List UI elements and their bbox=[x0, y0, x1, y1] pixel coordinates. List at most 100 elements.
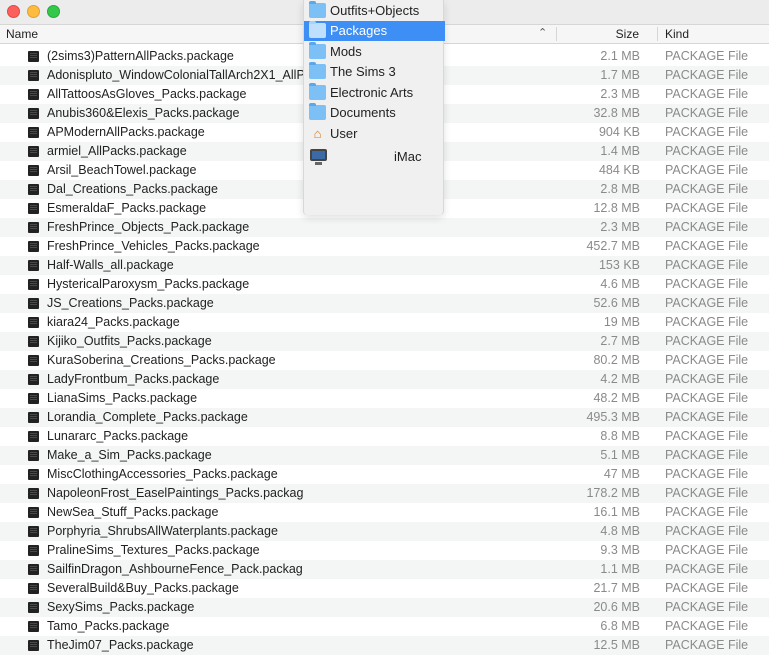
file-size: 2.1 MB bbox=[600, 49, 640, 63]
imac-icon bbox=[310, 149, 327, 165]
file-size: 2.3 MB bbox=[600, 87, 640, 101]
package-file-icon bbox=[28, 89, 39, 100]
file-row[interactable]: MiscClothingAccessories_Packs.package 47 … bbox=[0, 465, 769, 484]
file-size: 16.1 MB bbox=[593, 505, 640, 519]
package-file-icon bbox=[28, 507, 39, 518]
path-menu-item[interactable]: Documents bbox=[304, 103, 445, 123]
column-divider[interactable] bbox=[556, 27, 557, 41]
file-name: SailfinDragon_AshbourneFence_Pack.packag… bbox=[47, 562, 303, 576]
file-kind: PACKAGE File bbox=[665, 182, 749, 196]
file-row[interactable]: Porphyria_ShrubsAllWaterplants.package 4.… bbox=[0, 522, 769, 541]
package-file-icon bbox=[28, 450, 39, 461]
path-menu-item[interactable]: ⌂ User bbox=[304, 124, 445, 144]
file-size: 19 MB bbox=[603, 315, 640, 329]
file-row[interactable]: LadyFrontbum_Packs.package 4.2 MB PACKAGE … bbox=[0, 370, 769, 389]
file-row[interactable]: LianaSims_Packs.package 48.2 MB PACKAGE Fi… bbox=[0, 389, 769, 408]
file-name: APModernAllPacks.package bbox=[47, 125, 205, 139]
file-size: 52.6 MB bbox=[593, 296, 640, 310]
file-row[interactable]: Kijiko_Outfits_Packs.package 2.7 MB PACKAG… bbox=[0, 332, 769, 351]
file-row[interactable]: KuraSoberina_Creations_Packs.package 80.2… bbox=[0, 351, 769, 370]
column-header-kind[interactable]: Kind bbox=[665, 27, 689, 41]
package-file-icon bbox=[28, 583, 39, 594]
file-name: JS_Creations_Packs.package bbox=[47, 296, 214, 310]
zoom-button[interactable] bbox=[47, 5, 60, 18]
file-name: Dal_Creations_Packs.package bbox=[47, 182, 218, 196]
package-file-icon bbox=[28, 222, 39, 233]
package-file-icon bbox=[28, 621, 39, 632]
file-kind: PACKAGE File bbox=[665, 619, 749, 633]
file-size: 4.8 MB bbox=[600, 524, 640, 538]
file-name: kiara24_Packs.package bbox=[47, 315, 180, 329]
path-menu-item[interactable]: Packages bbox=[304, 21, 445, 41]
file-row[interactable]: SexySims_Packs.package 20.6 MB PACKAGE Fil… bbox=[0, 598, 769, 617]
package-file-icon bbox=[28, 488, 39, 499]
file-kind: PACKAGE File bbox=[665, 391, 749, 405]
file-row[interactable]: HystericalParoxysm_Packs.package 4.6 MB PA… bbox=[0, 275, 769, 294]
file-row[interactable]: SailfinDragon_AshbourneFence_Pack.packag… bbox=[0, 560, 769, 579]
column-divider[interactable] bbox=[657, 27, 658, 41]
file-name: Adonispluto_WindowColonialTallArch2X1_Al… bbox=[47, 68, 303, 82]
minimize-button[interactable] bbox=[27, 5, 40, 18]
package-file-icon bbox=[28, 127, 39, 138]
file-row[interactable]: kiara24_Packs.package 19 MB PACKAGE File bbox=[0, 313, 769, 332]
file-row[interactable]: Tamo_Packs.package 6.8 MB PACKAGE File bbox=[0, 617, 769, 636]
file-kind: PACKAGE File bbox=[665, 410, 749, 424]
file-row[interactable]: NapoleonFrost_EaselPaintings_Packs.packa… bbox=[0, 484, 769, 503]
path-menu-item[interactable]: iMac bbox=[304, 146, 445, 166]
file-row[interactable]: PralineSims_Textures_Packs.package 9.3 MB… bbox=[0, 541, 769, 560]
file-kind: PACKAGE File bbox=[665, 372, 749, 386]
file-kind: PACKAGE File bbox=[665, 220, 749, 234]
package-file-icon bbox=[28, 317, 39, 328]
file-row[interactable]: Lorandia_Complete_Packs.package 495.3 MB P… bbox=[0, 408, 769, 427]
column-header-name[interactable]: Name bbox=[6, 27, 38, 41]
path-menu-item[interactable]: Electronic Arts bbox=[304, 83, 445, 103]
path-menu-label: Packages bbox=[330, 23, 388, 38]
file-kind: PACKAGE File bbox=[665, 239, 749, 253]
file-kind: PACKAGE File bbox=[665, 600, 749, 614]
close-button[interactable] bbox=[7, 5, 20, 18]
path-menu-label: Outfits+Objects bbox=[330, 3, 420, 18]
file-row[interactable]: Make_a_Sim_Packs.package 5.1 MB PACKAGE Fi… bbox=[0, 446, 769, 465]
file-size: 20.6 MB bbox=[593, 600, 640, 614]
file-kind: PACKAGE File bbox=[665, 163, 749, 177]
file-row[interactable]: SeveralBuild&Buy_Packs.package 21.7 MB PAC… bbox=[0, 579, 769, 598]
file-name: TheJim07_Packs.package bbox=[47, 638, 194, 652]
file-kind: PACKAGE File bbox=[665, 68, 749, 82]
package-file-icon bbox=[28, 602, 39, 613]
file-name: Tamo_Packs.package bbox=[47, 619, 170, 633]
file-row[interactable]: FreshPrince_Objects_Pack.package 2.3 MB PA… bbox=[0, 218, 769, 237]
file-row[interactable]: Lunararc_Packs.package 8.8 MB PACKAGE File bbox=[0, 427, 769, 446]
file-name: armiel_AllPacks.package bbox=[47, 144, 187, 158]
package-file-icon bbox=[28, 564, 39, 575]
package-file-icon bbox=[28, 51, 39, 62]
file-name: NapoleonFrost_EaselPaintings_Packs.packa… bbox=[47, 486, 303, 500]
file-name: HystericalParoxysm_Packs.package bbox=[47, 277, 250, 291]
file-size: 2.3 MB bbox=[600, 220, 640, 234]
path-menu-item[interactable]: Mods bbox=[304, 42, 445, 62]
file-size: 48.2 MB bbox=[593, 391, 640, 405]
file-row[interactable]: Half-Walls_all.package 153 KB PACKAGE File bbox=[0, 256, 769, 275]
file-kind: PACKAGE File bbox=[665, 87, 749, 101]
file-size: 4.2 MB bbox=[600, 372, 640, 386]
file-size: 12.5 MB bbox=[593, 638, 640, 652]
file-size: 452.7 MB bbox=[586, 239, 640, 253]
package-file-icon bbox=[28, 545, 39, 556]
file-kind: PACKAGE File bbox=[665, 334, 749, 348]
file-row[interactable]: FreshPrince_Vehicles_Packs.package 452.7 … bbox=[0, 237, 769, 256]
file-size: 2.8 MB bbox=[600, 182, 640, 196]
column-header-size[interactable]: Size bbox=[616, 27, 639, 41]
file-kind: PACKAGE File bbox=[665, 277, 749, 291]
package-file-icon bbox=[28, 184, 39, 195]
file-row[interactable]: JS_Creations_Packs.package 52.6 MB PACKAGE… bbox=[0, 294, 769, 313]
path-menu-item[interactable]: The Sims 3 bbox=[304, 62, 445, 82]
path-menu-label: Mods bbox=[330, 44, 362, 59]
file-row[interactable]: NewSea_Stuff_Packs.package 16.1 MB PACKAGE… bbox=[0, 503, 769, 522]
path-menu-item[interactable]: Outfits+Objects bbox=[304, 1, 445, 21]
folder-icon bbox=[309, 62, 326, 79]
file-kind: PACKAGE File bbox=[665, 638, 749, 652]
file-row[interactable]: TheJim07_Packs.package 12.5 MB PACKAGE Fil… bbox=[0, 636, 769, 655]
folder-icon bbox=[309, 42, 326, 59]
path-popup-menu: Outfits+Objects Packages Mods The Sims 3 Ele… bbox=[303, 0, 445, 215]
file-kind: PACKAGE File bbox=[665, 125, 749, 139]
file-name: LadyFrontbum_Packs.package bbox=[47, 372, 220, 386]
